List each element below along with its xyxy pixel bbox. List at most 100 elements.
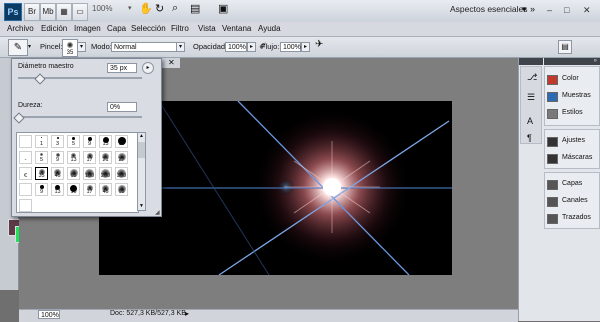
panel-tab-adjustments[interactable]: Ajustes [546,136,598,148]
brush-preset[interactable]: 45 [99,183,112,196]
brush-preset[interactable]: 13 [51,183,64,196]
zoom-tool-icon[interactable]: ⌕ [172,2,178,15]
brush-preset[interactable]: 17 [83,151,96,164]
brush-preset[interactable]: 65 [115,183,128,196]
airbrush-icon[interactable]: ✈ [315,39,323,50]
resize-grip-icon[interactable]: ◢ [155,209,160,216]
brush-size-label: 35 [38,173,45,179]
menu-filtro[interactable]: Filtro [171,24,189,33]
panel-tab-styles[interactable]: Estilos [546,108,598,120]
brush-preset[interactable]: 13 [99,135,112,148]
brush-preset[interactable]: 1 [35,135,48,148]
panel-tab-layers[interactable]: Capas [546,179,598,191]
preset-chevron-icon[interactable]: ▾ [28,43,31,50]
menu-seleccion[interactable]: Selección [131,24,166,33]
brush-preset[interactable]: 19 [115,135,128,148]
brush-preset[interactable]: 65 [67,167,80,180]
rotate-view-icon[interactable]: ↻ [155,2,164,15]
scroll-thumb[interactable] [138,142,145,158]
brush-grid-scrollbar[interactable]: ▲ ▼ [137,132,146,211]
paragraph-icon[interactable]: ¶ [527,133,537,143]
mode-select[interactable]: Normal [111,42,185,52]
color-icon [547,75,558,85]
menu-ayuda[interactable]: Ayuda [258,24,281,33]
flow-input[interactable]: 100% [280,42,301,52]
menu-ventana[interactable]: Ventana [222,24,251,33]
brush-preset[interactable]: 27 [115,151,128,164]
menu-archivo[interactable]: Archivo [7,24,34,33]
menu-edicion[interactable]: Edición [41,24,67,33]
brush-preset[interactable]: - [19,151,32,164]
menu-capa[interactable]: Capa [107,24,126,33]
close-tab-icon[interactable]: ✕ [168,58,175,67]
mini-bridge-button[interactable]: Mb [40,3,56,21]
double-chevron-icon[interactable]: » [530,4,535,14]
brush-preset[interactable] [19,183,32,196]
panel-tab-masks[interactable]: Máscaras [546,153,598,165]
menu-vista[interactable]: Vista [198,24,216,33]
view-extras-button[interactable]: ▦ [56,3,72,21]
brush-preset[interactable] [19,199,32,212]
brush-preset[interactable]: 100 [83,167,96,180]
brush-preset[interactable]: 9 [35,183,48,196]
maximize-button[interactable]: □ [564,5,569,15]
workspace-chevron-icon[interactable]: ▾ [522,4,527,15]
diameter-slider-thumb[interactable] [34,73,46,85]
brush-preset-icon[interactable]: ✎ [8,39,28,56]
minimize-button[interactable]: – [547,5,552,15]
brush-preset[interactable] [19,135,32,148]
zoom-level-button[interactable]: ▭ [72,3,88,21]
icon-column-header[interactable] [519,58,543,65]
brush-preset[interactable]: 35 [35,167,48,180]
brush-preset[interactable]: 45 [51,167,64,180]
brush-preset[interactable]: 9 [51,151,64,164]
bridge-button[interactable]: Br [24,3,40,21]
chevron-down-icon[interactable]: ▾ [128,4,132,12]
brush-preset[interactable]: 200 [99,167,112,180]
workspace-switcher[interactable]: Aspectos esenciales [450,4,528,14]
brush-preset[interactable]: 5 [67,135,80,148]
mode-chevron-icon[interactable]: ▾ [176,42,185,52]
brush-preset[interactable]: 300 [115,167,128,180]
status-zoom-input[interactable]: 100% [38,310,60,319]
brush-size-label: 45 [102,189,109,195]
history-icon[interactable]: ⎇ [527,72,537,82]
panel-tab-color[interactable]: Color [546,74,598,86]
flow-chevron-icon[interactable]: ▸ [301,42,310,52]
panel-tab-paths[interactable]: Trazados [546,213,598,225]
arrange-documents-icon[interactable]: ▤ [190,2,200,15]
brush-preset[interactable]: 9 [83,135,96,148]
brush-preset[interactable]: 3 [51,135,64,148]
screen-mode-icon[interactable]: ▣ [218,2,228,15]
panel-tab-swatches[interactable]: Muestras [546,91,598,103]
scroll-down-icon[interactable]: ▼ [138,203,145,210]
hardness-slider-thumb[interactable] [13,112,25,124]
hardness-input[interactable]: 0% [107,102,137,112]
scroll-up-icon[interactable]: ▲ [138,133,145,140]
opacity-input[interactable]: 100% [225,42,247,52]
panel-tab-channels[interactable]: Canales [546,196,598,208]
brush-picker-chevron-icon[interactable]: ▾ [77,42,86,52]
character-icon[interactable]: A [527,116,537,126]
brush-preset[interactable]: € [19,167,32,180]
collapse-dock-icon[interactable]: » [544,58,600,65]
channels-icon [547,197,558,207]
hand-tool-icon[interactable]: ✋ [139,2,153,15]
brush-panel-toggle-icon[interactable]: ▤ [558,40,572,54]
zoom-level[interactable]: 100% [92,4,132,13]
hardness-slider-track[interactable] [18,116,142,118]
brush-size-picker[interactable]: 35 [62,39,78,57]
actions-icon[interactable]: ☰ [527,92,537,102]
brush-preset[interactable]: 17 [83,183,96,196]
picker-menu-arrow-icon[interactable]: ▸ [142,62,154,74]
opacity-chevron-icon[interactable]: ▸ [247,42,256,52]
master-diameter-input[interactable]: 35 px [107,63,137,73]
brush-preset[interactable]: 13 [67,151,80,164]
status-menu-arrow-icon[interactable]: ▸ [185,309,189,318]
brush-preset[interactable]: 21 [99,151,112,164]
photoshop-logo: Ps [4,3,22,21]
menu-imagen[interactable]: Imagen [74,24,101,33]
brush-preset[interactable]: 19 [67,183,80,196]
close-button[interactable]: ✕ [583,5,591,16]
brush-preset[interactable]: 5 [35,151,48,164]
